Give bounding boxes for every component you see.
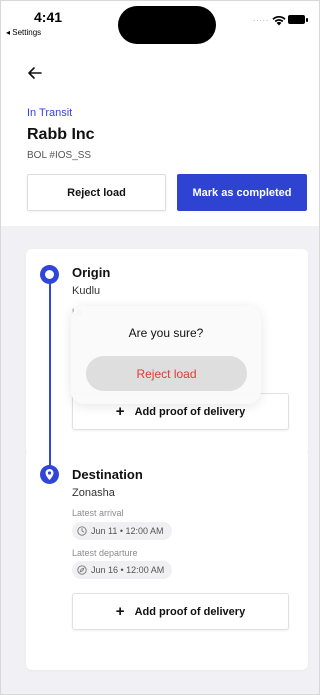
arrival-chip: Jun 11 • 12:00 AM xyxy=(72,522,172,540)
status-time: 4:41 xyxy=(34,9,63,25)
battery-tip xyxy=(306,18,308,22)
phone-screen: 4:41 ◂ Settings ..... In Transit Rabb In… xyxy=(0,0,320,695)
dynamic-island xyxy=(118,6,216,44)
reject-load-button[interactable]: Reject load xyxy=(27,174,166,211)
arrival-value: Jun 11 • 12:00 AM xyxy=(91,526,164,536)
destination-location: Zonasha xyxy=(72,487,115,499)
arrival-label: Latest arrival xyxy=(72,508,124,518)
origin-location: Kudlu xyxy=(72,285,101,297)
destination-card xyxy=(26,450,308,670)
back-to-app-link[interactable]: ◂ Settings xyxy=(6,28,41,37)
confirm-reject-button[interactable]: Reject load xyxy=(86,356,247,391)
status-bar: 4:41 ◂ Settings ..... xyxy=(1,1,319,53)
destination-add-proof-label: Add proof of delivery xyxy=(134,605,246,618)
route-timeline xyxy=(49,272,51,467)
origin-add-proof-label: Add proof of delivery xyxy=(134,405,246,418)
confirm-dialog-title: Are you sure? xyxy=(128,326,204,340)
confirm-dialog: Are you sure? Reject load xyxy=(71,306,261,404)
arrow-left-icon[interactable] xyxy=(25,63,45,83)
load-status: In Transit xyxy=(27,107,73,119)
company-name: Rabb Inc xyxy=(27,126,95,143)
signal-icon: ..... xyxy=(253,14,270,23)
departure-value: Jun 16 • 12:00 AM xyxy=(91,565,165,575)
compass-icon xyxy=(77,565,87,575)
wifi-icon xyxy=(272,15,286,26)
destination-add-proof-button[interactable]: + Add proof of delivery xyxy=(72,593,289,630)
bol-number: BOL #IOS_SS xyxy=(27,150,92,161)
mark-completed-button[interactable]: Mark as completed xyxy=(177,174,307,211)
plus-icon: + xyxy=(115,603,125,620)
circle-node-icon xyxy=(40,265,59,284)
plus-icon: + xyxy=(115,403,125,420)
departure-chip: Jun 16 • 12:00 AM xyxy=(72,561,173,579)
battery-icon xyxy=(288,15,305,24)
clock-icon xyxy=(77,526,87,536)
destination-title: Destination xyxy=(72,467,143,482)
map-pin-icon xyxy=(40,465,59,484)
departure-label: Latest departure xyxy=(72,548,138,558)
origin-title: Origin xyxy=(72,265,111,280)
